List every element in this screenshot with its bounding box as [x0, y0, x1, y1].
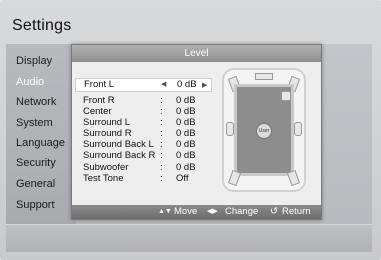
- menu-item-security[interactable]: Security: [16, 157, 56, 169]
- row-value: 0 dB: [176, 95, 196, 106]
- change-icon: ◀▶: [207, 208, 218, 215]
- level-row-surround-r[interactable]: Surround R : 0 dB: [75, 128, 212, 139]
- row-value: 0 dB: [177, 79, 197, 90]
- menu-item-system[interactable]: System: [16, 117, 53, 129]
- row-value: Off: [176, 173, 189, 184]
- row-label: Test Tone: [83, 173, 124, 184]
- level-row-center[interactable]: Center : 0 dB: [75, 106, 212, 117]
- row-separator: :: [160, 128, 163, 139]
- row-label: Center: [83, 106, 112, 117]
- surround-left-speaker-icon: [226, 122, 234, 136]
- return-icon: ↺: [270, 206, 278, 217]
- level-dialog: Level Front L ◀ 0 dB ▶ Front R : 0 dB Ce…: [71, 44, 322, 220]
- level-row-front-l[interactable]: Front L ◀ 0 dB ▶: [75, 78, 212, 92]
- bottom-strip: [6, 224, 372, 252]
- menu-item-network[interactable]: Network: [16, 96, 56, 108]
- menu-item-support[interactable]: Support: [16, 199, 55, 211]
- row-label: Surround L: [83, 117, 131, 128]
- help-change-label: Change: [225, 206, 259, 217]
- level-row-subwoofer[interactable]: Subwoofer : 0 dB: [75, 162, 212, 173]
- level-row-test-tone[interactable]: Test Tone : Off: [75, 173, 212, 184]
- row-separator: :: [160, 173, 163, 184]
- level-row-surround-l[interactable]: Surround L : 0 dB: [75, 117, 212, 128]
- row-label: Surround Back L: [83, 139, 154, 150]
- page-title: Settings: [12, 17, 72, 34]
- row-separator: :: [160, 139, 163, 150]
- surround-back-left-speaker-icon: [227, 169, 242, 187]
- menu-item-audio[interactable]: Audio: [16, 76, 44, 88]
- row-label: Surround R: [83, 128, 132, 139]
- row-value: 0 dB: [176, 139, 196, 150]
- row-value: 0 dB: [176, 117, 196, 128]
- menu-item-language[interactable]: Language: [16, 137, 65, 149]
- level-row-surround-back-r[interactable]: Surround Back R : 0 dB: [75, 150, 212, 161]
- tv-screen: Settings Display Audio Network System La…: [0, 0, 381, 260]
- surround-right-speaker-icon: [294, 122, 302, 136]
- left-arrow-icon[interactable]: ◀: [161, 79, 166, 91]
- menu-item-general[interactable]: General: [16, 178, 55, 190]
- row-value: 0 dB: [176, 128, 196, 139]
- help-return-label: Return: [282, 206, 311, 217]
- menu-item-display[interactable]: Display: [16, 55, 52, 67]
- row-label: Subwoofer: [83, 162, 129, 173]
- right-arrow-icon[interactable]: ▶: [202, 79, 207, 93]
- row-separator: :: [160, 162, 163, 173]
- surround-back-right-speaker-icon: [286, 169, 301, 187]
- level-row-front-r[interactable]: Front R : 0 dB: [75, 95, 212, 106]
- subwoofer-icon: [281, 91, 291, 101]
- row-label: Front R: [83, 95, 115, 106]
- help-move-label: Move: [174, 206, 198, 217]
- row-separator: :: [160, 150, 163, 161]
- row-label: Front L: [84, 79, 115, 90]
- move-icon: ▲▼: [158, 208, 172, 215]
- menu-column: [6, 44, 76, 224]
- user-position-icon: User: [256, 123, 272, 139]
- row-value: 0 dB: [176, 150, 196, 161]
- speaker-layout-diagram: User: [222, 68, 306, 192]
- row-value: 0 dB: [176, 106, 196, 117]
- row-value: 0 dB: [176, 162, 196, 173]
- row-label: Surround Back R: [83, 150, 156, 161]
- row-separator: :: [160, 117, 163, 128]
- center-speaker-icon: [255, 73, 273, 80]
- row-separator: :: [160, 106, 163, 117]
- level-row-surround-back-l[interactable]: Surround Back L : 0 dB: [75, 139, 212, 150]
- row-separator: :: [160, 95, 163, 106]
- dialog-title: Level: [72, 45, 321, 62]
- help-bar: ▲▼ Move ◀▶ Change ↺ Return: [72, 205, 321, 219]
- room-floor: User: [234, 84, 294, 176]
